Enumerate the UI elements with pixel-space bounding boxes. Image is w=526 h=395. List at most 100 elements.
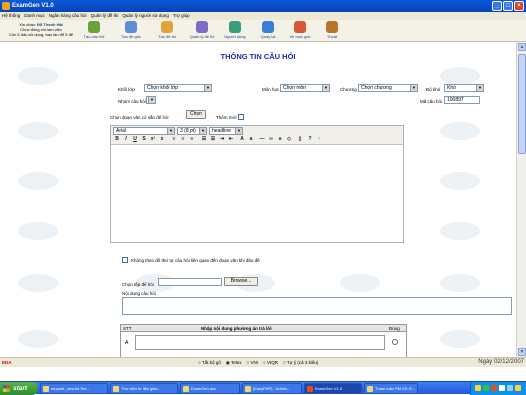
mon-hoc-select[interactable]: Chọn môn ▼ — [280, 84, 330, 92]
system-tray — [470, 382, 526, 395]
scroll-down-icon[interactable]: ▼ — [518, 348, 526, 356]
table-icon[interactable]: ▯ — [297, 136, 303, 142]
text-color-icon[interactable]: A — [239, 136, 245, 142]
subscript-icon[interactable]: x — [159, 136, 165, 142]
font-select[interactable]: Arial ▼ — [113, 127, 175, 135]
nhom-cau-hoi-select[interactable]: ▼ — [146, 96, 156, 104]
align-center-icon[interactable]: ≡ — [180, 136, 186, 142]
menu-quan-ly-de-thi[interactable]: Quản lý đề thi — [91, 12, 119, 20]
align-left-icon[interactable]: ≡ — [171, 136, 177, 142]
highlight-icon[interactable]: a — [248, 136, 254, 142]
radio-viqr[interactable]: ○ VIQR — [263, 360, 278, 366]
bullet-list-icon[interactable]: ☰ — [210, 136, 216, 142]
toolbar-home-button[interactable]: Về mục gốc — [286, 21, 314, 39]
image-icon[interactable]: ■ — [277, 136, 283, 142]
tray-icon[interactable] — [515, 385, 521, 391]
menu-he-thong[interactable]: Hệ thống — [2, 12, 20, 20]
tray-icon[interactable] — [507, 385, 513, 391]
italic-icon[interactable]: I — [123, 136, 129, 142]
do-kho-select[interactable]: Khó ▼ — [444, 84, 484, 92]
taskbar-item[interactable]: ExamGen.doc — [180, 383, 240, 394]
size-select[interactable]: 3 (8 pt) ▼ — [177, 127, 207, 135]
numbered-list-icon[interactable]: ☰ — [201, 136, 207, 142]
menu-ngan-hang[interactable]: Ngân hàng câu hỏi — [49, 12, 87, 20]
radio-tat-bo-go[interactable]: ○ Tắt bộ gõ — [198, 360, 221, 366]
close-icon[interactable]: × — [514, 1, 524, 11]
tray-icon[interactable] — [483, 385, 489, 391]
minimize-icon[interactable]: _ — [492, 1, 502, 11]
answer-a-input[interactable] — [135, 335, 385, 350]
browse-button[interactable]: Browse... — [224, 277, 258, 286]
toolbar-users-button[interactable]: Người dùng — [221, 21, 249, 39]
source-icon[interactable]: ◇ — [286, 136, 292, 142]
radio-vni[interactable]: ○ VNI — [247, 360, 258, 366]
align-right-icon[interactable]: ≡ — [189, 136, 195, 142]
chevron-down-icon: ▼ — [204, 85, 211, 91]
app-icon — [2, 2, 10, 10]
status-left: EDA — [2, 360, 12, 365]
info-icon[interactable]: ↑ — [316, 136, 322, 142]
chuong-select[interactable]: Chọn chương ▼ — [358, 84, 418, 92]
heading-select[interactable]: headline ▼ — [209, 127, 243, 135]
toolbar-create-exam-button[interactable]: Tạo đề thi — [153, 21, 181, 39]
chon-button[interactable]: Chọn — [186, 110, 206, 119]
khoi-lop-select[interactable]: Chọn khối lớp ▼ — [144, 84, 212, 92]
scroll-up-icon[interactable]: ▲ — [518, 43, 526, 51]
link-icon[interactable]: ∞ — [268, 136, 274, 142]
toolbar-label: Tạo câu hỏi — [83, 34, 105, 39]
scroll-thumb[interactable] — [518, 54, 526, 154]
toolbar-back-button[interactable]: Quay lại — [254, 21, 282, 39]
start-button[interactable]: start — [0, 382, 38, 395]
indent-icon[interactable]: ⇥ — [219, 136, 225, 142]
do-kho-value: Khó — [447, 85, 456, 91]
question-editor[interactable]: Arial ▼ 3 (8 pt) ▼ headline ▼ B I U S x² x … — [110, 125, 404, 243]
window-icon — [113, 386, 119, 392]
watermark-logo — [440, 222, 480, 240]
strike-icon[interactable]: S — [141, 136, 147, 142]
toolbar-label: Thoát — [326, 34, 338, 39]
people-icon — [88, 21, 100, 33]
hr-icon[interactable]: — — [259, 136, 265, 142]
superscript-icon[interactable]: x² — [150, 136, 156, 142]
toolbar-exit-button[interactable]: Thoát — [318, 21, 346, 39]
noi-dung-field[interactable] — [122, 297, 512, 315]
tray-icon[interactable] — [491, 385, 497, 391]
correct-a-radio[interactable] — [392, 339, 398, 345]
answers-table-header: STT Nhập nội dung phương án trả lời Đúng — [121, 325, 406, 332]
outdent-icon[interactable]: ⇤ — [228, 136, 234, 142]
menu-danh-muc[interactable]: Danh mục — [24, 12, 45, 20]
watermark-logo — [18, 274, 58, 292]
window-icon — [307, 386, 313, 392]
ma-cau-hoi-input[interactable]: 100897 — [444, 96, 480, 104]
radio-tu-y[interactable]: ○ Tự ý (cả 3 kiểu) — [283, 360, 318, 366]
underline-icon[interactable]: U — [132, 136, 138, 142]
taskbar-item[interactable]: [EasyPHP] - Admin... — [242, 383, 302, 394]
vertical-scrollbar[interactable]: ▲ ▼ — [516, 42, 526, 357]
tray-icon[interactable] — [499, 385, 505, 391]
no-link-checkbox[interactable] — [122, 257, 128, 263]
home-icon — [294, 21, 306, 33]
menu-bar: Hệ thống Danh mục Ngân hàng câu hỏi Quản… — [0, 12, 526, 20]
taskbar-item-active[interactable]: ExamGen V1.0 — [304, 383, 362, 394]
file-path-input[interactable] — [158, 278, 222, 286]
option-label: VIQR — [266, 360, 278, 365]
chevron-down-icon: ▼ — [199, 128, 206, 134]
them-moi-checkbox[interactable] — [238, 114, 244, 120]
menu-quan-ly-nguoi-dung[interactable]: Quản lý người sử dụng — [122, 12, 169, 20]
watermark-logo — [440, 172, 480, 190]
back-arrow-icon — [262, 21, 274, 33]
radio-telex[interactable]: ◉ Telex — [226, 360, 242, 366]
watermark-logo — [18, 122, 58, 140]
taskbar-item[interactable]: Tham luận PM IGI G... — [364, 383, 418, 394]
taskbar-item[interactable]: mrpsetr_new.txt Tex... — [40, 383, 108, 394]
taskbar-item[interactable]: Thư viện tư liệu giáo... — [110, 383, 178, 394]
menu-tro-giup[interactable]: Trợ giúp — [173, 12, 190, 20]
editor-toolbar: Arial ▼ 3 (8 pt) ▼ headline ▼ B I U S x² x … — [111, 126, 403, 145]
toolbar-create-root-button[interactable]: Tạo đề gốc — [117, 21, 145, 39]
maximize-icon[interactable]: □ — [503, 1, 513, 11]
toolbar-create-question-button[interactable]: Tạo câu hỏi — [80, 21, 108, 39]
bold-icon[interactable]: B — [114, 136, 120, 142]
help-icon[interactable]: ? — [307, 136, 313, 142]
toolbar-manage-exam-button[interactable]: Quản lý đề thi — [188, 21, 216, 39]
tray-icon[interactable] — [475, 385, 481, 391]
